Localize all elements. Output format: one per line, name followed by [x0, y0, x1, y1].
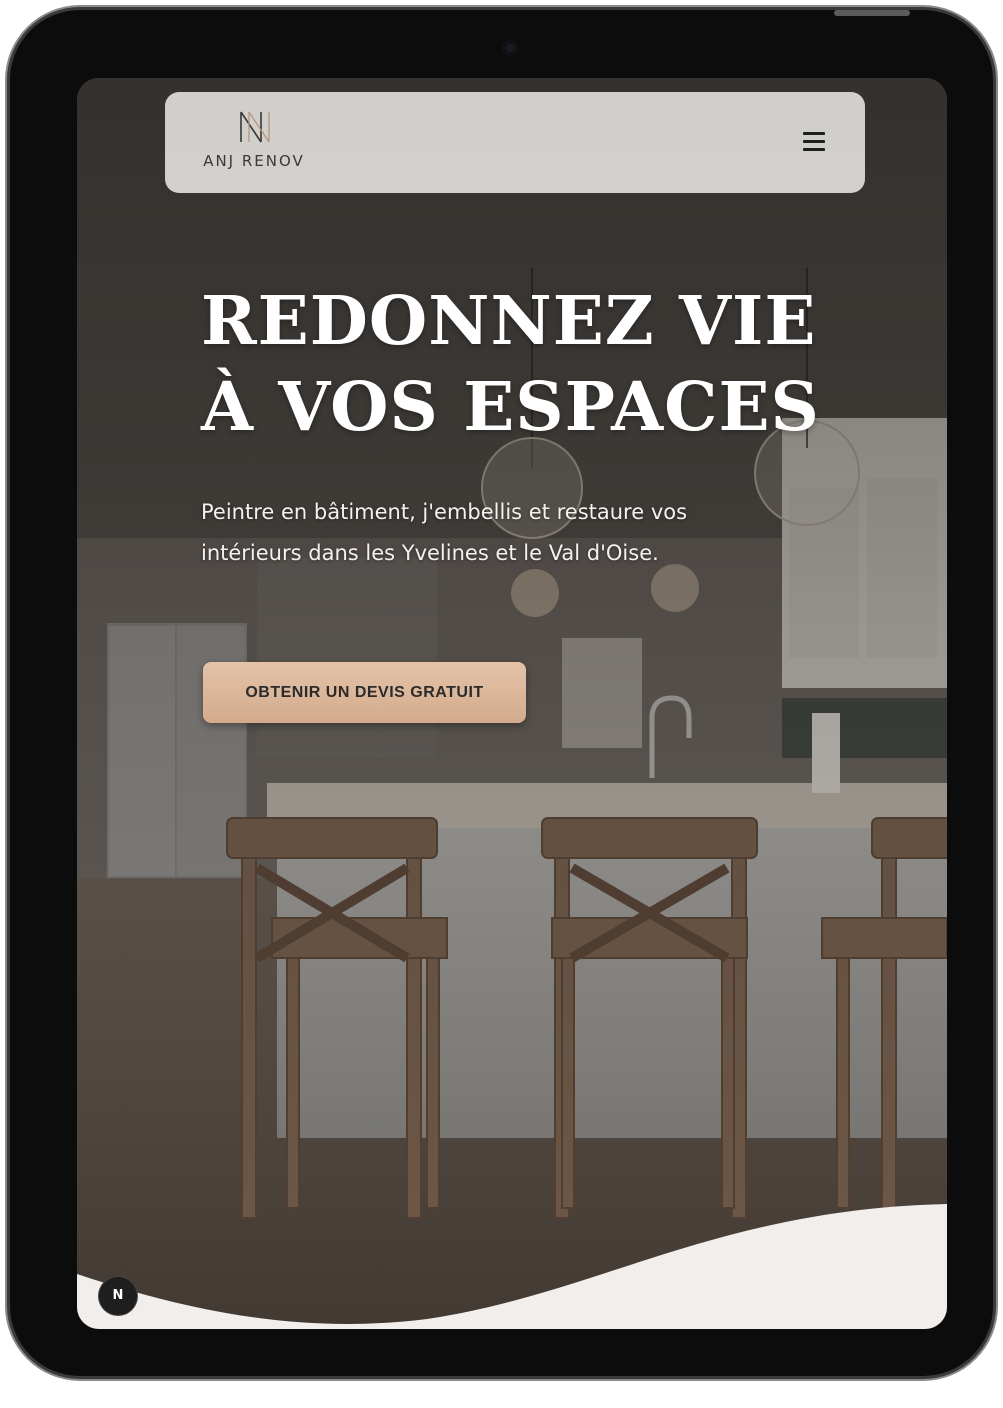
hero-subtitle: Peintre en bâtiment, j'embellis et resta…	[201, 492, 801, 574]
anj-monogram-icon	[240, 111, 270, 143]
screen: ANJ RENOV REDONNEZ VIE À VOS ESPACES Pei…	[77, 78, 947, 1329]
navbar: ANJ RENOV	[165, 92, 865, 193]
floating-logo-badge[interactable]: N	[99, 1277, 137, 1315]
hero-subtitle-line2: intérieurs dans les Yvelines et le Val d…	[201, 541, 659, 565]
tablet-frame: ANJ RENOV REDONNEZ VIE À VOS ESPACES Pei…	[10, 10, 993, 1376]
hero-subtitle-line1: Peintre en bâtiment, j'embellis et resta…	[201, 500, 688, 524]
brand-name: ANJ RENOV	[203, 152, 305, 170]
hero-title-line2: À VOS ESPACES	[201, 367, 820, 446]
free-quote-button[interactable]: OBTENIR UN DEVIS GRATUIT	[203, 662, 526, 723]
bottom-wave-divider	[77, 1204, 947, 1329]
hamburger-menu-icon[interactable]	[803, 132, 825, 152]
hero-title: REDONNEZ VIE À VOS ESPACES	[201, 278, 841, 450]
brand-logo[interactable]: ANJ RENOV	[199, 110, 309, 174]
hero-title-line1: REDONNEZ VIE	[201, 281, 817, 360]
power-button	[834, 10, 910, 16]
front-camera	[502, 40, 518, 56]
